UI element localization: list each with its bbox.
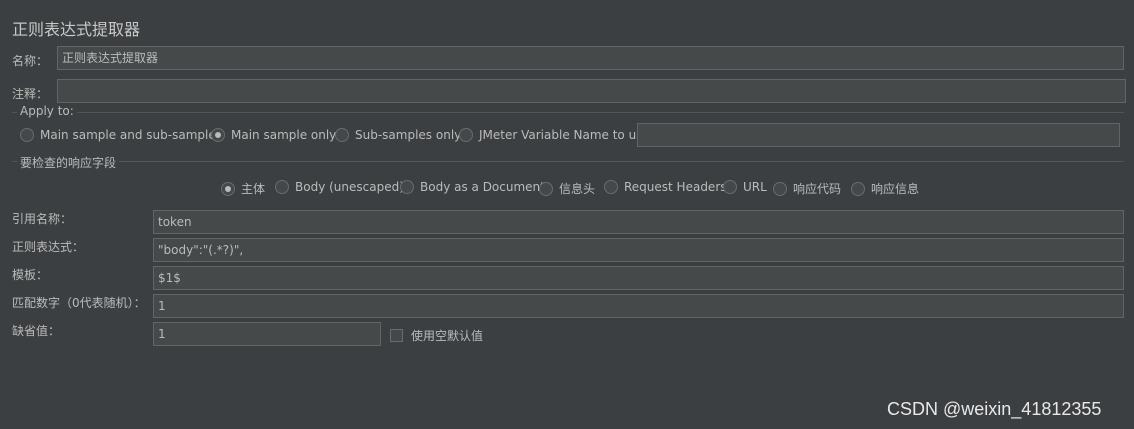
radio-body-unescaped[interactable]: Body (unescaped) [275,180,404,194]
radio-label: URL [743,180,767,194]
jmeter-variable-input[interactable] [637,123,1120,147]
radio-label: 主体 [241,182,266,196]
apply-to-divider [12,112,1124,113]
comment-label: 注释： [12,87,49,101]
checkbox-label: 使用空默认值 [411,329,484,343]
radio-main-only[interactable]: Main sample only [211,128,336,142]
radio-indicator [221,181,235,196]
radio-url[interactable]: URL [723,180,767,194]
radio-indicator [773,181,787,196]
response-field-divider [12,161,1124,162]
radio-label: 响应代码 [793,182,842,196]
ref-name-input[interactable]: token [153,210,1124,234]
template-input[interactable]: $1$ [153,266,1124,290]
radio-label: Body as a Document [420,180,545,194]
radio-label: 信息头 [559,182,596,196]
radio-label: Request Headers [624,180,727,194]
radio-indicator [335,128,349,142]
radio-indicator [20,128,34,142]
radio-label: Main sample only [231,128,337,142]
radio-label: Main sample and sub-samples [40,128,222,142]
name-input[interactable]: 正则表达式提取器 [57,46,1124,70]
page-title: 正则表达式提取器 [12,20,141,39]
radio-response-message[interactable]: 响应信息 [851,180,919,197]
radio-indicator [723,180,737,194]
apply-to-title: Apply to: [17,104,77,118]
default-value-input[interactable]: 1 [153,322,381,346]
radio-sub-only[interactable]: Sub-samples only [335,128,461,142]
use-empty-default-checkbox[interactable]: 使用空默认值 [390,327,483,344]
radio-indicator [851,181,865,196]
radio-label: 响应信息 [871,182,920,196]
radio-jmeter-variable[interactable]: JMeter Variable Name to use [459,128,650,142]
checkbox-indicator [390,329,403,342]
watermark: CSDN @weixin_41812355 [887,399,1102,419]
name-label: 名称： [12,54,49,68]
regex-input[interactable]: "body":"(.*?)", [153,238,1124,262]
radio-main-and-sub[interactable]: Main sample and sub-samples [20,128,222,142]
radio-indicator [459,128,473,142]
radio-indicator [275,180,289,194]
radio-response-code[interactable]: 响应代码 [773,180,841,197]
radio-indicator [539,181,553,196]
radio-label: Sub-samples only [355,128,462,142]
radio-body-document[interactable]: Body as a Document [400,180,545,194]
default-value-label: 缺省值： [12,324,61,338]
radio-label: Body (unescaped) [295,180,404,194]
radio-indicator [211,128,225,142]
ref-name-label: 引用名称： [12,212,73,226]
radio-headers[interactable]: 信息头 [539,180,595,197]
match-no-input[interactable]: 1 [153,294,1124,318]
template-label: 模板： [12,268,49,282]
radio-body[interactable]: 主体 [221,180,265,197]
regex-label: 正则表达式： [12,240,85,254]
radio-label: JMeter Variable Name to use [479,128,650,142]
radio-request-headers[interactable]: Request Headers [604,180,727,194]
radio-indicator [604,180,618,194]
response-field-title: 要检查的响应字段 [17,154,120,171]
match-no-label: 匹配数字（0代表随机）： [12,296,146,310]
comment-input[interactable] [57,79,1126,103]
radio-indicator [400,180,414,194]
